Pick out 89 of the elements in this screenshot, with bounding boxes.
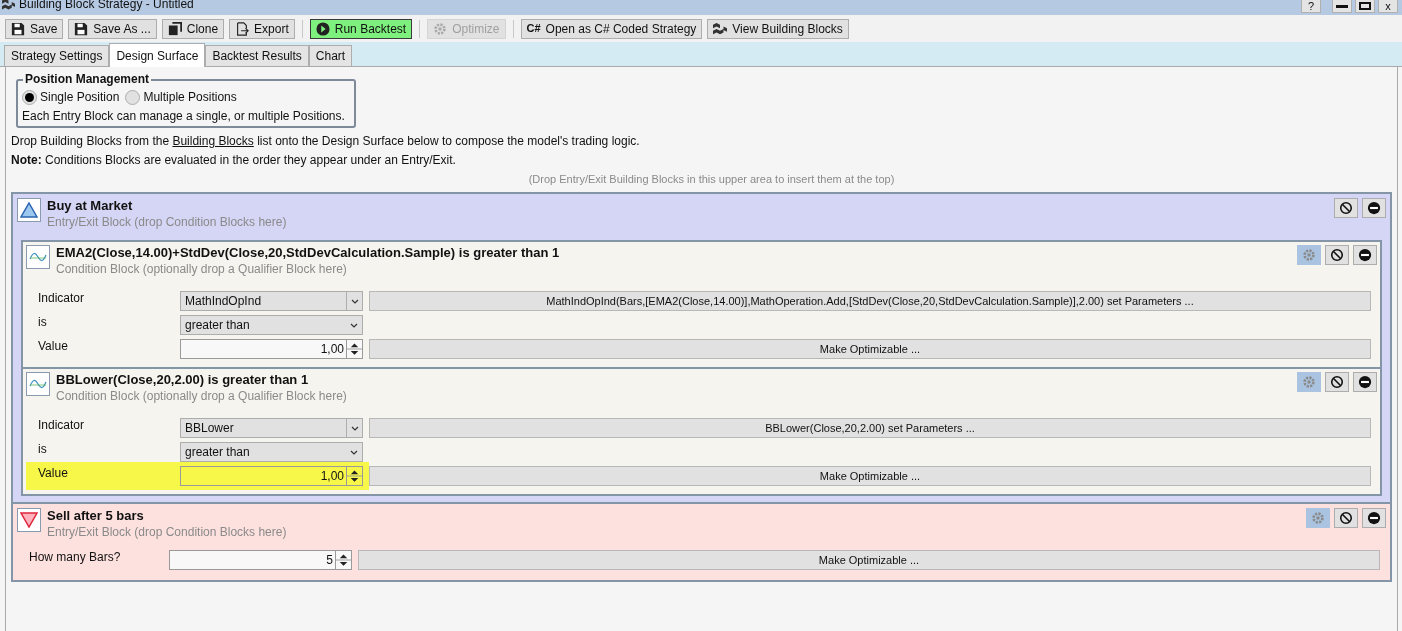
maximize-button[interactable] <box>1355 0 1375 13</box>
close-button[interactable]: x <box>1378 0 1398 13</box>
minus-circle-icon <box>1358 248 1372 262</box>
disable-button[interactable] <box>1334 508 1358 528</box>
up-down-arrows-icon <box>335 551 351 569</box>
tab[interactable]: Backtest Results <box>205 45 309 66</box>
block-subtitle: Entry/Exit Block (drop Condition Blocks here) <box>47 214 288 230</box>
toolbar-button[interactable]: C# Open as C# Coded Strategy <box>520 18 703 39</box>
window-title: Building Block Strategy - Untitled <box>19 0 194 12</box>
minimize-icon <box>1336 4 1348 8</box>
radio-option[interactable]: Multiple Positions <box>125 88 237 106</box>
minus-circle-icon <box>1358 375 1372 389</box>
field-label: is <box>38 441 48 458</box>
gear-icon <box>1311 511 1325 525</box>
remove-button[interactable] <box>1353 245 1377 265</box>
prohibited-icon <box>1339 201 1353 215</box>
action-button[interactable]: Make Optimizable ... <box>369 466 1371 486</box>
toolbar-button[interactable]: Export <box>229 18 295 39</box>
copy-icon <box>167 21 182 36</box>
disable-button[interactable] <box>1325 372 1349 392</box>
disable-button[interactable] <box>1334 198 1358 218</box>
minimize-button[interactable] <box>1332 0 1352 13</box>
tab[interactable]: Design Surface <box>109 43 206 67</box>
prohibited-icon <box>1330 375 1344 389</box>
action-button[interactable]: Make Optimizable ... <box>369 339 1371 359</box>
dropdown[interactable]: BBLower <box>180 418 363 438</box>
toolbar-button[interactable]: Save <box>5 18 64 39</box>
wave-icon <box>26 372 50 396</box>
field-label: Indicator <box>38 290 86 307</box>
dropdown[interactable]: greater than <box>180 442 363 462</box>
block-title: BBLower(Close,20,2.00) is greater than 1 <box>56 372 310 388</box>
maximize-icon <box>1359 2 1371 10</box>
toolbar-button[interactable]: View Building Blocks <box>707 18 849 39</box>
note-text: Note: Conditions Blocks are evaluated in the order they appear under an Entry/Exit. <box>11 152 457 169</box>
action-button[interactable]: BBLower(Close,20,2.00) set Parameters ... <box>369 418 1371 438</box>
instructions-text: Drop Building Blocks from the Building Blocks list onto the Design Surface below to compose the model's trading logic. <box>11 133 641 150</box>
field-label: is <box>38 314 48 331</box>
dropdown[interactable]: greater than <box>180 315 363 335</box>
toolbar-button[interactable]: Run Backtest <box>309 18 413 39</box>
field-label: How many Bars? <box>29 549 122 566</box>
block-title: Buy at Market <box>47 198 134 214</box>
field-label: Indicator <box>38 417 86 434</box>
field-label: Value <box>38 465 69 482</box>
number-spinner[interactable]: 1,00 <box>180 339 363 359</box>
triangle-down-icon <box>17 508 41 532</box>
remove-button[interactable] <box>1362 508 1386 528</box>
toolbar-button[interactable]: Save As ... <box>68 18 157 39</box>
dropdown[interactable]: MathIndOpInd <box>180 291 363 311</box>
tab[interactable]: Chart <box>308 45 353 66</box>
wave-icon <box>26 245 50 269</box>
block-title: EMA2(Close,14.00)+StdDev(Close,20,StdDevCalculation.Sample) is greater than 1 <box>56 245 561 261</box>
block-title: Sell after 5 bars <box>47 508 145 524</box>
prohibited-icon <box>1339 511 1353 525</box>
number-spinner[interactable]: 5 <box>169 550 352 570</box>
chevron-down-icon <box>350 449 358 455</box>
action-button[interactable]: Make Optimizable ... <box>358 550 1380 570</box>
action-button[interactable]: MathIndOpInd(Bars,[EMA2(Close,14.00)],MathOperation.Add,[StdDev(Close,20,StdDevCalculation.Sample)],2.00) set Parameters ... <box>369 291 1371 311</box>
block-subtitle: Condition Block (optionally drop a Qualifier Block here) <box>56 388 348 404</box>
toolbar-button[interactable]: Clone <box>161 18 225 39</box>
triangle-up-icon <box>17 198 41 222</box>
minus-circle-icon <box>1367 511 1381 525</box>
gear-icon <box>1302 375 1316 389</box>
radio-button[interactable] <box>22 89 37 105</box>
csharp-icon: C# <box>526 23 541 34</box>
radio-button[interactable] <box>125 89 141 105</box>
play-icon <box>315 21 330 36</box>
remove-button[interactable] <box>1353 372 1377 392</box>
gear-icon <box>1302 248 1316 262</box>
prohibited-icon <box>1330 248 1344 262</box>
drop-hint: (Drop Entry/Exit Building Blocks in this upper area to insert them at the top) <box>527 172 896 187</box>
radio-option[interactable]: Single Position <box>22 88 120 106</box>
export-icon <box>235 21 250 36</box>
help-button[interactable]: ? <box>1301 0 1321 13</box>
remove-button[interactable] <box>1362 198 1386 218</box>
block-subtitle: Condition Block (optionally drop a Qualifier Block here) <box>56 261 348 277</box>
minus-circle-icon <box>1367 201 1381 215</box>
gear-icon <box>433 21 448 36</box>
chevron-down-icon <box>350 298 359 304</box>
tab[interactable]: Strategy Settings <box>4 45 110 66</box>
field-label: Value <box>38 338 69 355</box>
disable-button[interactable] <box>1325 245 1349 265</box>
number-spinner[interactable]: 1,00 <box>180 466 363 486</box>
chevron-down-icon <box>350 425 359 431</box>
block-subtitle: Entry/Exit Block (drop Condition Blocks here) <box>47 524 288 540</box>
group-note: Each Entry Block can manage a single, or multiple Positions. <box>22 108 346 125</box>
up-down-arrows-icon <box>346 340 362 358</box>
building-blocks-link[interactable]: Building Blocks <box>172 134 254 148</box>
up-down-arrows-icon <box>346 467 362 485</box>
chevron-down-icon <box>350 322 358 328</box>
